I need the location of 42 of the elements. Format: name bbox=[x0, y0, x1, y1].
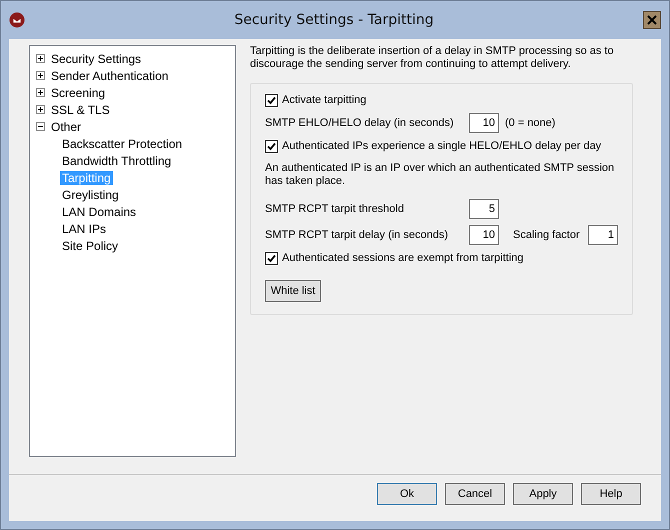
checkbox[interactable] bbox=[265, 94, 278, 106]
expand-icon[interactable] bbox=[36, 105, 45, 114]
checkbox[interactable] bbox=[265, 252, 278, 264]
checkbox-label: Activate tarpitting bbox=[282, 94, 366, 106]
field-label: SMTP RCPT tarpit threshold bbox=[265, 203, 405, 215]
field-label: Scaling factor bbox=[513, 229, 581, 241]
dialog-button[interactable]: Cancel bbox=[445, 483, 505, 505]
checkbox-label: Authenticated sessions are exempt from tarpitting bbox=[282, 252, 524, 264]
input-field[interactable]: 1 bbox=[588, 225, 618, 245]
tree-item[interactable]: SSL & TLS bbox=[49, 102, 112, 116]
list-button[interactable]: White list bbox=[265, 280, 321, 302]
envelope-icon bbox=[9, 12, 25, 28]
dialog-button[interactable]: Help bbox=[581, 483, 641, 505]
dialog-button[interactable]: Ok bbox=[377, 483, 437, 505]
description-text: Tarpitting is the deliberate insertion of a delay in SMTP processing so as to discourage the sending server from continuing to attempt delivery. bbox=[250, 45, 615, 71]
tree-item[interactable]: Screening bbox=[49, 86, 108, 100]
tree-item[interactable]: Sender Authentication bbox=[49, 68, 170, 82]
tree-item[interactable]: Backscatter Protection bbox=[60, 136, 184, 150]
checkbox-label: Authenticated IPs experience a single HELO/EHLO delay per day bbox=[282, 140, 602, 152]
tree-item[interactable]: LAN Domains bbox=[60, 204, 138, 218]
dialog-button[interactable]: Apply bbox=[513, 483, 573, 505]
field-label: SMTP RCPT tarpit delay (in seconds) bbox=[265, 229, 449, 241]
expand-icon[interactable] bbox=[36, 54, 45, 63]
input-field[interactable]: 10 bbox=[469, 113, 499, 133]
tree-item[interactable]: Bandwidth Throttling bbox=[60, 154, 174, 168]
input-field[interactable]: 5 bbox=[469, 199, 499, 219]
tree-item[interactable]: Other bbox=[49, 120, 84, 134]
tree-item[interactable]: LAN IPs bbox=[60, 222, 108, 236]
close-icon bbox=[647, 15, 657, 25]
close-button[interactable] bbox=[643, 11, 661, 29]
input-field[interactable]: 10 bbox=[469, 225, 499, 245]
hint-text: (0 = none) bbox=[505, 117, 556, 129]
expand-icon[interactable] bbox=[36, 71, 45, 80]
checkbox[interactable] bbox=[265, 140, 278, 152]
tree-item[interactable]: Site Policy bbox=[60, 238, 120, 252]
tree-item[interactable]: Greylisting bbox=[60, 188, 121, 202]
note-text: An authenticated IP is an IP over which an authenticated SMTP session has taken place. bbox=[265, 162, 616, 188]
expand-icon[interactable] bbox=[36, 88, 45, 97]
window-title: Security Settings - Tarpitting bbox=[233, 12, 435, 28]
collapse-icon[interactable] bbox=[36, 122, 45, 131]
field-label: SMTP EHLO/HELO delay (in seconds) bbox=[265, 117, 455, 129]
tree-item[interactable]: Security Settings bbox=[49, 52, 144, 66]
